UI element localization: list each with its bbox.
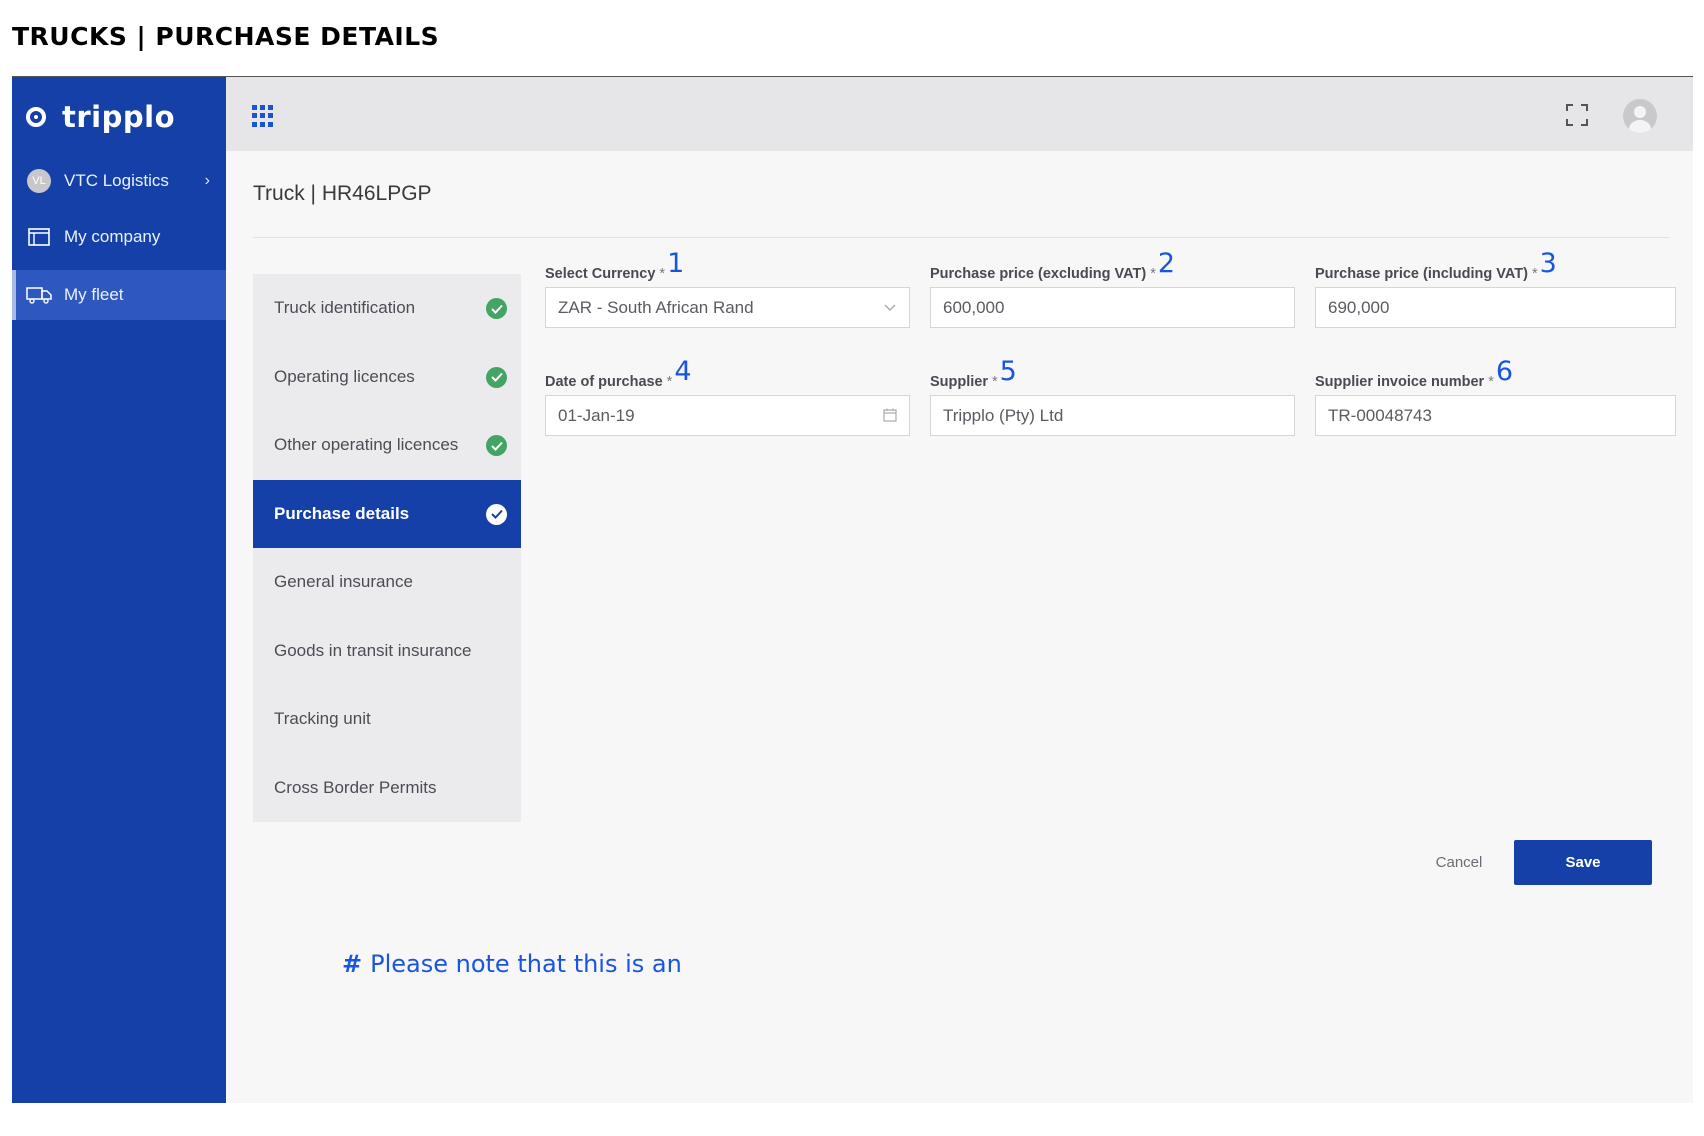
truck-icon xyxy=(26,286,52,304)
step-label: Truck identification xyxy=(274,298,416,318)
annotation-marker-3: 3 xyxy=(1539,248,1557,279)
supplier-value: Tripplo (Pty) Ltd xyxy=(943,405,1064,425)
sidebar-item-my-company[interactable]: My company xyxy=(12,212,226,262)
step-label: Operating licences xyxy=(274,366,415,386)
org-avatar: VL xyxy=(27,169,51,193)
step-truck-identification[interactable]: Truck identification xyxy=(253,274,521,343)
hash-marker: # xyxy=(342,950,363,978)
currency-value: ZAR - South African Rand xyxy=(558,297,754,317)
required-marker: * xyxy=(992,374,998,390)
sidebar: tripplo VL VTC Logistics › My company My… xyxy=(12,77,226,1103)
top-bar xyxy=(226,77,1693,151)
step-goods-in-transit-insurance[interactable]: Goods in transit insurance xyxy=(253,617,521,686)
step-operating-licences[interactable]: Operating licences xyxy=(253,343,521,412)
save-button[interactable]: Save xyxy=(1514,840,1652,885)
step-general-insurance[interactable]: General insurance xyxy=(253,548,521,617)
user-avatar-icon[interactable] xyxy=(1623,99,1657,133)
sidebar-item-my-fleet[interactable]: My fleet xyxy=(12,270,226,320)
required-marker: * xyxy=(1150,266,1156,282)
required-marker: * xyxy=(1488,374,1494,390)
step-label: Other operating licences xyxy=(274,435,459,455)
check-circle-icon xyxy=(486,503,507,525)
page-title: Truck | HR46LPGP xyxy=(253,182,432,205)
price-excl-value: 600,000 xyxy=(943,297,1005,317)
price-incl-value: 690,000 xyxy=(1328,297,1390,317)
required-marker: * xyxy=(659,266,666,282)
price-incl-label: Purchase price (including VAT) xyxy=(1315,266,1528,282)
logo-text: tripplo xyxy=(62,100,175,134)
annotation-marker-5: 5 xyxy=(999,356,1017,387)
step-label: Purchase details xyxy=(274,503,410,523)
org-name: VTC Logistics xyxy=(64,171,169,190)
invoice-input[interactable]: TR-00048743 xyxy=(1315,395,1676,436)
required-marker: * xyxy=(666,374,673,390)
price-excl-input[interactable]: 600,000 xyxy=(930,287,1295,328)
step-tracking-unit[interactable]: Tracking unit xyxy=(253,685,521,754)
apps-grid-icon[interactable] xyxy=(252,105,274,127)
logo[interactable]: tripplo xyxy=(26,97,175,137)
step-other-operating-licences[interactable]: Other operating licences xyxy=(253,411,521,480)
invoice-value: TR-00048743 xyxy=(1328,405,1432,425)
check-circle-icon xyxy=(486,366,507,388)
app-window: tripplo VL VTC Logistics › My company My… xyxy=(12,77,1693,1103)
annotation-marker-6: 6 xyxy=(1495,356,1514,387)
date-field: Date of purchase *4 01-Jan-19 xyxy=(545,356,910,436)
date-label: Date of purchase xyxy=(545,374,663,390)
invoice-field: Supplier invoice number *6 TR-00048743 xyxy=(1315,356,1676,436)
chevron-down-icon xyxy=(883,299,897,319)
step-cross-border-permits[interactable]: Cross Border Permits xyxy=(253,754,521,823)
step-label: Goods in transit insurance xyxy=(274,640,472,660)
check-circle-icon xyxy=(486,298,507,319)
header-divider xyxy=(253,237,1669,238)
price-excl-field: Purchase price (excluding VAT) *2 600,000 xyxy=(930,248,1295,328)
currency-label: Select Currency xyxy=(545,266,656,282)
sidebar-item-label: My fleet xyxy=(64,285,124,304)
company-icon xyxy=(26,228,52,246)
step-label: Cross Border Permits xyxy=(274,777,437,797)
annotation-note: # Please note that this is an xyxy=(342,950,682,978)
price-incl-input[interactable]: 690,000 xyxy=(1315,287,1676,328)
price-excl-label: Purchase price (excluding VAT) xyxy=(930,266,1147,282)
step-label: Tracking unit xyxy=(274,709,371,729)
note-text: Please note that this is an xyxy=(370,950,682,978)
currency-select[interactable]: ZAR - South African Rand xyxy=(545,287,910,328)
supplier-label: Supplier xyxy=(930,374,989,390)
document-title: TRUCKS | PURCHASE DETAILS xyxy=(12,22,440,51)
chevron-right-icon: › xyxy=(204,172,210,189)
steps-nav: Truck identification Operating licences … xyxy=(253,274,521,822)
annotation-marker-1: 1 xyxy=(667,248,685,279)
supplier-field: Supplier *5 Tripplo (Pty) Ltd xyxy=(930,356,1295,436)
currency-field: Select Currency *1 ZAR - South African Ra… xyxy=(545,248,910,328)
step-label: General insurance xyxy=(274,572,413,592)
date-picker-input[interactable]: 01-Jan-19 xyxy=(545,395,910,436)
calendar-icon[interactable] xyxy=(883,407,897,427)
annotation-marker-4: 4 xyxy=(674,356,692,387)
invoice-label: Supplier invoice number xyxy=(1315,374,1485,390)
org-switcher[interactable]: VL VTC Logistics › xyxy=(12,156,226,206)
date-value: 01-Jan-19 xyxy=(558,405,635,425)
supplier-input[interactable]: Tripplo (Pty) Ltd xyxy=(930,395,1295,436)
logo-mark-icon xyxy=(26,107,46,127)
required-marker: * xyxy=(1531,266,1538,282)
price-incl-field: Purchase price (including VAT) *3 690,000 xyxy=(1315,248,1676,328)
cancel-button[interactable]: Cancel xyxy=(1414,842,1504,882)
fullscreen-icon[interactable] xyxy=(1565,103,1589,132)
step-purchase-details[interactable]: Purchase details xyxy=(253,479,521,548)
sidebar-item-label: My company xyxy=(64,227,161,246)
annotation-marker-2: 2 xyxy=(1157,248,1176,279)
check-circle-icon xyxy=(486,435,507,456)
